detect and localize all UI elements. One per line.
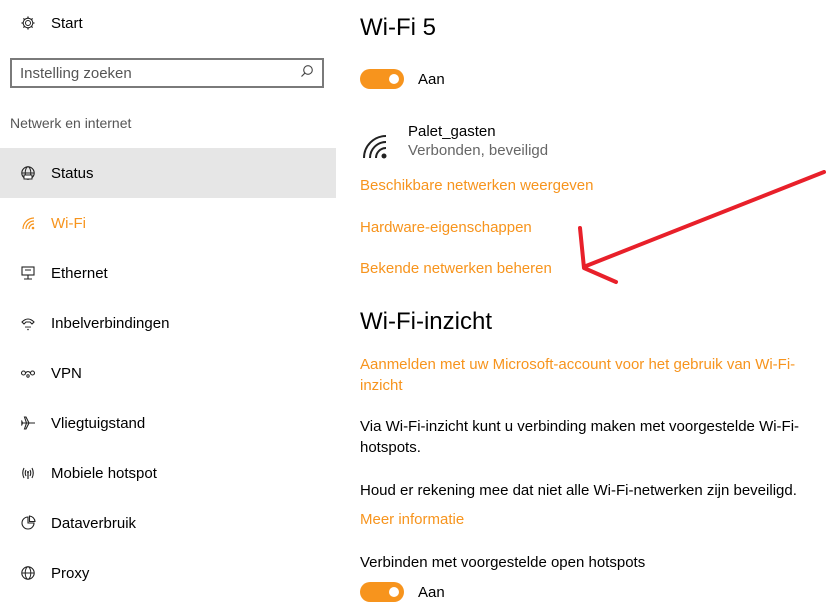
signin-line-2: inzicht: [360, 377, 403, 394]
sidebar: Start Netwerk en internet Status Wi-Fi E…: [0, 0, 336, 601]
toggle-knob: [389, 587, 399, 597]
wifi-sense-description: Via Wi-Fi-inzicht kunt u verbinding make…: [360, 416, 820, 458]
desc-line-1: Via Wi-Fi-inzicht kunt u verbinding make…: [360, 418, 800, 435]
start-link[interactable]: Start: [16, 12, 83, 34]
hotspot-label: Verbinden met voorgestelde open hotspots: [360, 554, 646, 571]
hardware-properties-link[interactable]: Hardware-eigenschappen: [360, 217, 532, 238]
dialup-icon: [16, 311, 40, 335]
vpn-icon: [16, 361, 40, 385]
sidebar-item-status[interactable]: Status: [0, 148, 336, 198]
search-box[interactable]: [10, 58, 324, 88]
sidebar-item-label: Wi-Fi: [51, 214, 86, 232]
globe-icon: [16, 161, 40, 185]
wifi-sense-title: Wi-Fi-inzicht: [360, 308, 492, 335]
wifi-signal-icon: [360, 131, 396, 167]
start-label: Start: [51, 14, 83, 32]
signin-microsoft-link[interactable]: Aanmelden met uw Microsoft-account voor …: [360, 354, 795, 396]
search-icon[interactable]: [300, 64, 314, 83]
manage-known-networks-link[interactable]: Bekende netwerken beheren: [360, 258, 552, 279]
sidebar-item-vpn[interactable]: VPN: [0, 348, 336, 398]
more-info-link[interactable]: Meer informatie: [360, 509, 464, 530]
sidebar-item-ethernet[interactable]: Ethernet: [0, 248, 336, 298]
hotspot-toggle-label: Aan: [418, 583, 445, 601]
sidebar-item-label: Inbelverbindingen: [51, 314, 170, 332]
sidebar-item-label: Proxy: [51, 564, 90, 582]
wifi-toggle[interactable]: [360, 69, 404, 89]
sidebar-item-dialup[interactable]: Inbelverbindingen: [0, 298, 336, 348]
sidebar-item-data-usage[interactable]: Dataverbruik: [0, 498, 336, 548]
proxy-globe-icon: [16, 561, 40, 585]
sidebar-item-hotspot[interactable]: Mobiele hotspot: [0, 448, 336, 498]
sidebar-item-label: Ethernet: [51, 264, 108, 282]
main-content: Wi-Fi 5 Aan Palet_gasten Verbonden, beve…: [360, 0, 826, 602]
sidebar-nav: Status Wi-Fi Ethernet Inbelverbindingen …: [0, 148, 336, 598]
sidebar-item-proxy[interactable]: Proxy: [0, 548, 336, 598]
wifi-icon: [16, 211, 40, 235]
search-input[interactable]: [20, 64, 280, 82]
sidebar-item-wifi[interactable]: Wi-Fi: [0, 198, 336, 248]
sidebar-item-label: VPN: [51, 364, 82, 382]
show-networks-link[interactable]: Beschikbare netwerken weergeven: [360, 175, 593, 196]
network-status: Verbonden, beveiligd: [408, 142, 549, 159]
security-note: Houd er rekening mee dat niet alle Wi-Fi…: [360, 482, 797, 499]
network-name: Palet_gasten: [408, 123, 496, 140]
sidebar-item-label: Mobiele hotspot: [51, 464, 157, 482]
airplane-icon: [16, 411, 40, 435]
desc-line-2: hotspots.: [360, 439, 421, 456]
wifi-toggle-label: Aan: [418, 70, 445, 88]
sidebar-item-label: Dataverbruik: [51, 514, 137, 532]
sidebar-item-label: Vliegtuigstand: [51, 414, 146, 432]
sidebar-item-label: Status: [51, 164, 94, 182]
connected-network[interactable]: Palet_gasten Verbonden, beveiligd: [360, 123, 548, 167]
gear-icon: [16, 15, 40, 31]
annotation-arrow: [578, 170, 826, 284]
signin-line-1: Aanmelden met uw Microsoft-account voor …: [360, 356, 796, 373]
sidebar-item-airplane[interactable]: Vliegtuigstand: [0, 398, 336, 448]
hotspot-toggle-row: Aan: [360, 582, 445, 602]
hotspot-icon: [16, 461, 40, 485]
hotspot-toggle[interactable]: [360, 582, 404, 602]
toggle-knob: [389, 74, 399, 84]
page-title: Wi-Fi 5: [360, 14, 436, 41]
section-title: Netwerk en internet: [10, 115, 132, 131]
ethernet-icon: [16, 261, 40, 285]
data-usage-icon: [16, 511, 40, 535]
wifi-toggle-row: Aan: [360, 69, 445, 89]
